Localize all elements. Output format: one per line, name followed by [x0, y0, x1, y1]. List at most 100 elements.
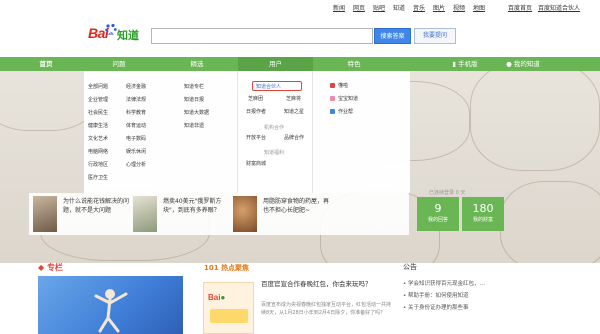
category-link[interactable]: 体育运动	[126, 122, 146, 129]
picks-link[interactable]: 知道大数据	[184, 109, 209, 116]
nav-users[interactable]: 用户	[238, 57, 313, 71]
answers-count: 9	[434, 202, 442, 215]
story-title: 用脂肪穿食物的药屋，再也不担心长肥肥~	[263, 198, 330, 214]
banner-sketch	[470, 71, 600, 171]
section-heading: 知道福利	[264, 150, 285, 156]
hot-focus-title: 101 热点聚焦	[204, 263, 249, 273]
category-link[interactable]: 电脑网络	[88, 148, 108, 155]
user-icon: ●	[506, 60, 514, 68]
story-thumbnail	[133, 196, 157, 232]
top-link-video[interactable]: 视频	[453, 3, 465, 12]
story-title: 为什么说能花钱解决的问题，就不是大问题	[63, 198, 130, 214]
nav-questions[interactable]: 问题	[104, 57, 134, 71]
special-link[interactable]: 作业帮	[338, 108, 353, 115]
nav-home[interactable]: 首页	[31, 57, 61, 71]
category-link[interactable]: 社会民生	[88, 109, 108, 116]
logo-zhidao-text: 知道	[117, 29, 139, 42]
category-link[interactable]: 娱乐休闲	[126, 148, 146, 155]
hot-thumb-banner	[210, 309, 248, 323]
category-link[interactable]: 健康生活	[88, 122, 108, 129]
wealth-count: 180	[472, 202, 494, 215]
user-link[interactable]: 芝麻将	[286, 95, 301, 102]
category-link[interactable]: 科学教育	[126, 109, 146, 116]
main-nav-bar: 首页 问题 精选 用户 特色 ▮ 手机版 ● 我的知道	[0, 57, 600, 71]
partner-link[interactable]: 知道合伙人	[256, 83, 281, 90]
category-link[interactable]: 电子数码	[126, 135, 146, 142]
daily-feature-image[interactable]	[38, 276, 183, 334]
search-answers-button[interactable]: 搜索答案	[374, 28, 411, 44]
top-link-map[interactable]: 地图	[473, 3, 485, 12]
dongla-icon	[330, 83, 335, 88]
category-link[interactable]: 行政地区	[88, 161, 108, 168]
nav-special[interactable]: 特色	[339, 57, 369, 71]
notice-item[interactable]: • 学会知识获得百元现金红包，…	[403, 279, 485, 287]
category-link[interactable]: 经济金融	[126, 83, 146, 90]
category-link[interactable]: 法律法规	[126, 96, 146, 103]
user-link[interactable]: 知道之星	[284, 108, 304, 115]
notice-item[interactable]: • 帮助手册：如何使用知道	[403, 291, 469, 299]
picks-link[interactable]: 知道专栏	[184, 83, 204, 90]
top-link-partner[interactable]: 百度知道合伙人	[538, 3, 580, 12]
story-card[interactable]: 用脂肪穿食物的药屋，再也不担心长肥肥~	[233, 196, 331, 232]
category-link[interactable]: 文化艺术	[88, 135, 108, 142]
top-link-images[interactable]: 图片	[433, 3, 445, 12]
top-link-zhidao[interactable]: 知道	[393, 3, 405, 12]
stories-strip: 为什么说能花钱解决的问题，就不是大问题 燃卖40美元"俄罗斯方块"，到底有多养眼…	[29, 193, 409, 235]
hot-thumbnail[interactable]: Bai●	[203, 282, 254, 334]
special-link[interactable]: 宝宝知道	[338, 95, 358, 102]
hot-title-text: 热点聚焦	[221, 264, 250, 272]
hot-description: 百度宣布成为央视春晚红包独家互动平台，红包活动一共持续8天，从1月28日小年到2…	[261, 302, 392, 316]
top-link-bar: 新闻 网页 贴吧 知道 音乐 图片 视频 地图 百度首页 百度知道合伙人	[0, 0, 600, 14]
story-title: 燃卖40美元"俄罗斯方块"，到底有多养眼？	[163, 198, 222, 214]
top-link-music[interactable]: 音乐	[413, 3, 425, 12]
banner-sketch	[500, 181, 600, 263]
story-thumbnail	[33, 196, 57, 232]
user-link[interactable]: 芝麻团	[248, 95, 263, 102]
top-link-baidu-home[interactable]: 百度首页	[508, 3, 532, 12]
ask-question-button[interactable]: 我要提问	[414, 28, 456, 44]
my-wealth-stat[interactable]: 180 我的财富	[462, 197, 504, 231]
nav-mobile-label: 手机版	[458, 60, 478, 68]
user-link[interactable]: 开放平台	[246, 134, 266, 141]
category-link[interactable]: 企业管理	[88, 96, 108, 103]
special-link[interactable]: 懂啦	[338, 82, 348, 89]
nav-my-label: 我的知道	[513, 60, 540, 68]
my-answers-stat[interactable]: 9 我的回答	[417, 197, 459, 231]
story-card[interactable]: 燃卖40美元"俄罗斯方块"，到底有多养眼？	[133, 196, 231, 232]
story-card[interactable]: 为什么说能花钱解决的问题，就不是大问题	[33, 196, 131, 232]
hot-badge: 101	[204, 264, 219, 272]
user-stats-card: 已连续登录 0 天 9 我的回答 180 我的财富	[417, 187, 504, 231]
notice-title: 公告	[403, 263, 417, 271]
daily-logo: ◆ 专栏	[38, 263, 63, 272]
search-input[interactable]	[151, 28, 373, 44]
homework-icon	[330, 109, 335, 114]
top-link-news[interactable]: 新闻	[333, 3, 345, 12]
paw-icon: du	[105, 23, 117, 36]
answers-label: 我的回答	[427, 217, 448, 223]
nav-picks[interactable]: 精选	[182, 57, 212, 71]
hot-headline[interactable]: 百度官宣合作春晚红包，你会来玩吗？	[261, 279, 381, 289]
section-heading: 机构合作	[264, 125, 285, 131]
category-link[interactable]: 心理分析	[126, 161, 146, 168]
nav-mobile[interactable]: ▮ 手机版	[440, 57, 490, 71]
hot-thumb-logo: Bai●	[208, 293, 226, 302]
baby-icon	[330, 96, 335, 101]
picks-link[interactable]: 知道日报	[184, 96, 204, 103]
top-link-tieba[interactable]: 贴吧	[373, 3, 385, 12]
picks-link[interactable]: 知道非遗	[184, 122, 204, 129]
wealth-label: 我的财富	[472, 217, 493, 223]
user-link[interactable]: 日报作者	[246, 108, 266, 115]
svg-text:du: du	[108, 31, 114, 36]
special-dropdown-column: 懂啦 宝宝知道 作业帮	[330, 80, 400, 120]
baidu-zhidao-logo[interactable]: Bai du 知道	[88, 22, 144, 48]
user-link[interactable]: 财富商城	[246, 160, 266, 167]
story-thumbnail	[233, 196, 257, 232]
top-link-web[interactable]: 网页	[353, 3, 365, 12]
nav-my-zhidao[interactable]: ● 我的知道	[493, 57, 553, 71]
user-link[interactable]: 品牌合作	[284, 134, 304, 141]
notice-item[interactable]: • 关于身份证办理的那些事	[403, 303, 469, 311]
category-link[interactable]: 全部问题	[88, 83, 108, 90]
category-link[interactable]: 医疗卫生	[88, 174, 108, 181]
login-streak-text: 已连续登录 0 天	[429, 190, 466, 196]
user-dropdown-column: 知道合伙人 芝麻团 芝麻将 日报作者 知道之星 机构合作 开放平台 品牌合作 知…	[237, 71, 313, 193]
